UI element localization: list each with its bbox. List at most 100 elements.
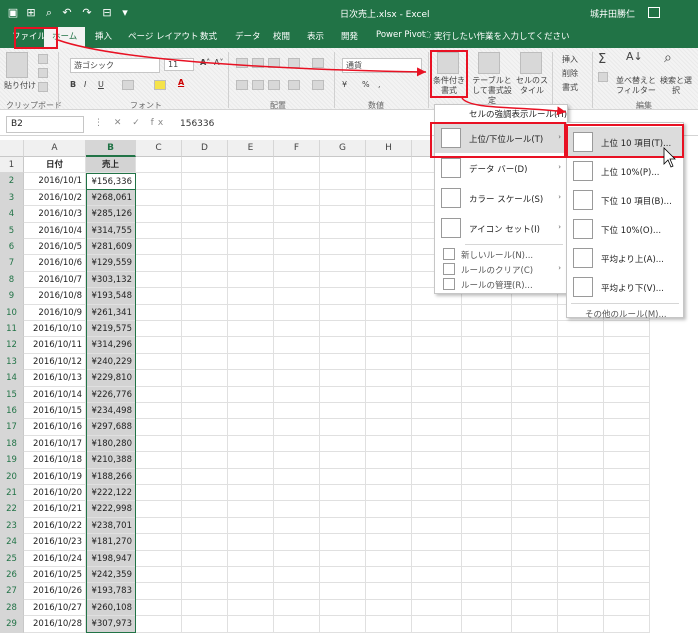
cell[interactable] (136, 255, 182, 272)
cell[interactable] (182, 599, 228, 617)
cell-sales[interactable]: ¥285,126 (86, 206, 136, 223)
cell[interactable] (320, 271, 366, 289)
cell[interactable] (558, 386, 604, 403)
cell[interactable] (512, 517, 558, 535)
cell[interactable] (136, 468, 182, 485)
cell-sales[interactable]: ¥314,296 (86, 337, 136, 354)
cell-sales[interactable]: ¥260,108 (86, 599, 136, 617)
cell[interactable] (182, 304, 228, 321)
cell[interactable] (320, 304, 366, 321)
autosum-icon[interactable]: Σ (598, 52, 606, 67)
cell[interactable] (462, 370, 512, 387)
cell-sales[interactable]: ¥261,341 (86, 304, 136, 321)
cell[interactable] (228, 403, 274, 420)
cell[interactable] (366, 616, 412, 633)
cell[interactable] (228, 435, 274, 453)
cell[interactable] (366, 599, 412, 617)
name-box[interactable]: B2 (6, 116, 84, 133)
cell-sales[interactable]: ¥193,783 (86, 583, 136, 600)
cell[interactable] (558, 583, 604, 600)
cell[interactable] (412, 583, 462, 600)
cell[interactable] (136, 370, 182, 387)
cell[interactable] (412, 534, 462, 551)
cell[interactable] (228, 550, 274, 567)
menu-icon-sets[interactable]: アイコン セット(I) › (435, 213, 567, 243)
cell[interactable] (320, 419, 366, 436)
cell[interactable] (274, 534, 320, 551)
cell[interactable] (182, 468, 228, 485)
cell[interactable] (512, 435, 558, 453)
cell[interactable] (136, 583, 182, 600)
cell[interactable] (366, 452, 412, 469)
align-middle-icon[interactable] (252, 58, 264, 68)
menu-manage-rules[interactable]: ルールの管理(R)... (435, 276, 567, 292)
cell-date[interactable]: 2016/10/10 (24, 321, 86, 338)
cell[interactable] (412, 435, 462, 453)
cell[interactable] (366, 435, 412, 453)
row-header[interactable]: 5 (0, 222, 24, 239)
cell[interactable] (320, 550, 366, 567)
cell[interactable] (274, 403, 320, 420)
cell[interactable] (136, 485, 182, 502)
row-header[interactable]: 22 (0, 501, 24, 518)
row-header[interactable]: 3 (0, 189, 24, 207)
column-header[interactable]: G (320, 140, 366, 157)
cell[interactable] (182, 353, 228, 371)
cell[interactable] (320, 599, 366, 617)
row-header[interactable]: 8 (0, 271, 24, 289)
cell[interactable] (462, 567, 512, 584)
row-header[interactable]: 25 (0, 550, 24, 567)
cell[interactable] (228, 239, 274, 256)
cell-sales[interactable]: ¥219,575 (86, 321, 136, 338)
find-select-button[interactable]: 検索と選択 (658, 76, 694, 96)
cell[interactable] (604, 517, 650, 535)
cell-date[interactable]: 2016/10/27 (24, 599, 86, 617)
tab-3[interactable]: ページ レイアウト (128, 30, 199, 42)
cell[interactable] (462, 468, 512, 485)
cell-sales[interactable]: ¥229,810 (86, 370, 136, 387)
align-center-icon[interactable] (252, 80, 264, 90)
cell[interactable] (320, 255, 366, 272)
cell-date[interactable]: 2016/10/18 (24, 452, 86, 469)
row-header[interactable]: 26 (0, 567, 24, 584)
cell[interactable] (228, 616, 274, 633)
cell[interactable] (182, 157, 228, 174)
cell[interactable] (320, 157, 366, 174)
cell[interactable] (320, 353, 366, 371)
cell-date[interactable]: 2016/10/12 (24, 353, 86, 371)
cell[interactable] (604, 550, 650, 567)
cell[interactable] (136, 567, 182, 584)
row-header[interactable]: 9 (0, 288, 24, 305)
cell[interactable] (136, 337, 182, 354)
cell[interactable] (558, 337, 604, 354)
paste-label[interactable]: 貼り付け (4, 80, 36, 91)
submenu-below-average[interactable]: 平均より下(V)... (567, 272, 683, 302)
cell[interactable] (182, 419, 228, 436)
cell[interactable] (274, 173, 320, 190)
align-bottom-icon[interactable] (268, 58, 280, 68)
qat-dropdown-icon[interactable]: ▾ (118, 6, 132, 20)
cell-date[interactable]: 2016/10/9 (24, 304, 86, 321)
cell[interactable] (320, 616, 366, 633)
cell[interactable] (182, 386, 228, 403)
cell[interactable] (320, 452, 366, 469)
cell[interactable] (558, 435, 604, 453)
tab-5[interactable]: データ (235, 30, 261, 42)
cell[interactable] (320, 583, 366, 600)
cell[interactable] (412, 616, 462, 633)
cell[interactable] (604, 403, 650, 420)
cell[interactable] (366, 386, 412, 403)
cell[interactable] (136, 157, 182, 174)
format-as-table-button[interactable]: テーブルとして書式設定 (470, 76, 514, 106)
cell[interactable] (512, 550, 558, 567)
sort-filter-button[interactable]: 並べ替えとフィルター (616, 76, 656, 96)
cell[interactable] (320, 321, 366, 338)
cell[interactable] (320, 173, 366, 190)
cell[interactable] (274, 337, 320, 354)
cell[interactable] (462, 550, 512, 567)
copy-icon[interactable] (38, 68, 48, 78)
cell[interactable] (558, 534, 604, 551)
align-left-icon[interactable] (236, 80, 248, 90)
cell[interactable] (412, 370, 462, 387)
row-header[interactable]: 1 (0, 157, 24, 174)
